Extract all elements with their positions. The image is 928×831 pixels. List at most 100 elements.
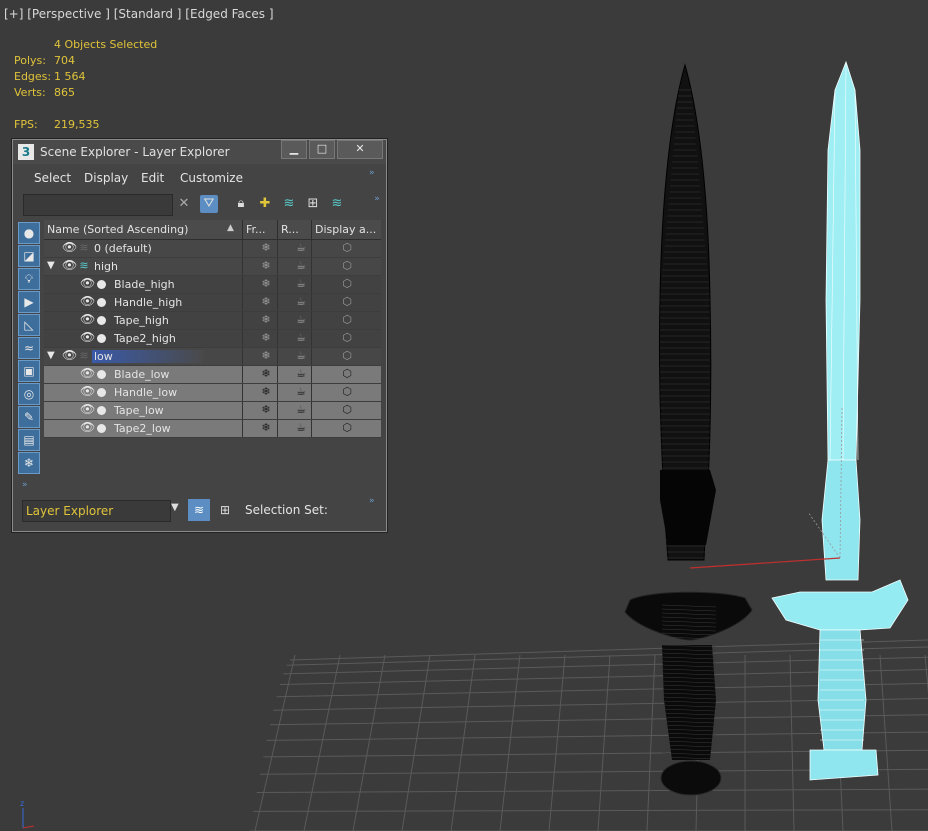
gizmo-x-axis[interactable] [689,557,841,569]
display-box-icon[interactable]: ⬡ [340,403,354,416]
row-name[interactable]: low [92,350,203,363]
visibility-eye-icon[interactable]: 👁︎ [80,312,95,326]
render-teapot-icon[interactable]: ☕ [294,385,308,398]
sword-high-mesh[interactable] [624,63,753,796]
display-box-icon[interactable]: ⬡ [340,349,354,362]
row-name[interactable]: Tape_low [114,404,164,417]
search-input[interactable] [23,194,173,216]
helper-filter-icon[interactable]: ◺ [18,314,40,336]
display-box-icon[interactable]: ⬡ [340,367,354,380]
render-teapot-icon[interactable]: ☕ [294,403,308,416]
display-box-icon[interactable]: ⬡ [340,331,354,344]
frozen-icon[interactable]: ❄ [259,421,273,434]
tree-object-row[interactable]: 👁︎ Blade_low ❄ ☕ ⬡ [44,366,381,383]
menu-select[interactable]: Select [34,171,71,185]
minimize-button[interactable]: ▁ [281,140,307,159]
visibility-eye-icon[interactable]: 👁︎ [80,366,95,380]
menu-edit[interactable]: Edit [141,171,164,185]
tree-layer-row[interactable]: 👁︎ ≋ 0 (default) ❄ ☕ ⬡ [44,240,381,257]
frozen-icon[interactable]: ❄ [259,259,273,272]
row-name[interactable]: 0 (default) [94,242,152,255]
add-to-layer-icon[interactable]: ✚ [256,195,274,213]
explorer-dropdown[interactable]: Layer Explorer [22,500,171,522]
expand-toggle-icon[interactable]: ▼ [47,260,55,271]
menu-display[interactable]: Display [84,171,128,185]
frozen-icon[interactable]: ❄ [259,241,273,254]
render-teapot-icon[interactable]: ☕ [294,421,308,434]
tree-object-row[interactable]: 👁︎ Handle_low ❄ ☕ ⬡ [44,384,381,401]
row-name[interactable]: Tape2_high [114,332,176,345]
frozen-icon[interactable]: ❄ [259,349,273,362]
expand-toggle-icon[interactable]: ▼ [47,350,55,361]
column-frozen[interactable]: Fr... [246,223,266,236]
render-teapot-icon[interactable]: ☕ [294,241,308,254]
tree-object-row[interactable]: 👁︎ Handle_high ❄ ☕ ⬡ [44,294,381,311]
tree-layer-row[interactable]: ▼ 👁︎ ≋ high ❄ ☕ ⬡ [44,258,381,275]
display-box-icon[interactable]: ⬡ [340,313,354,326]
tree-object-row[interactable]: 👁︎ Tape2_low ❄ ☕ ⬡ [44,420,381,437]
bone-filter-icon[interactable]: ✎ [18,406,40,428]
frozen-icon[interactable]: ❄ [259,403,273,416]
geometry-filter-icon[interactable]: ● [18,222,40,244]
strip-overflow-icon[interactable]: » [22,480,28,490]
render-teapot-icon[interactable]: ☕ [294,277,308,290]
display-box-icon[interactable]: ⬡ [340,277,354,290]
spacewarp-filter-icon[interactable]: ≈ [18,337,40,359]
render-teapot-icon[interactable]: ☕ [294,313,308,326]
visibility-eye-icon[interactable]: 👁︎ [80,330,95,344]
layer-tree[interactable]: Name (Sorted Ascending) ▲ Fr... R... Dis… [44,220,381,438]
visibility-eye-icon[interactable]: 👁︎ [62,240,77,254]
hierarchy-mode-icon[interactable]: ⊞ [214,499,236,521]
maximize-button[interactable]: □ [309,140,335,159]
title-bar[interactable]: 3 Scene Explorer - Layer Explorer ▁ □ ✕ [13,140,386,164]
new-layer-icon[interactable]: ≋ [280,195,298,213]
render-teapot-icon[interactable]: ☕ [294,259,308,272]
frozen-icon[interactable]: ❄ [259,331,273,344]
menu-overflow-icon[interactable]: » [369,168,375,178]
visibility-eye-icon[interactable]: 👁︎ [80,420,95,434]
visibility-eye-icon[interactable]: 👁︎ [80,402,95,416]
render-teapot-icon[interactable]: ☕ [294,331,308,344]
row-name[interactable]: Blade_low [114,368,169,381]
visibility-eye-icon[interactable]: 👁︎ [80,294,95,308]
row-name[interactable]: Handle_low [114,386,177,399]
filter-icon[interactable]: ⛛ [200,195,218,213]
tree-object-row[interactable]: 👁︎ Tape_low ❄ ☕ ⬡ [44,402,381,419]
close-button[interactable]: ✕ [337,140,383,159]
xref-filter-icon[interactable]: ◎ [18,383,40,405]
visibility-eye-icon[interactable]: 👁︎ [80,276,95,290]
layer-mode-icon[interactable]: ≋ [188,499,210,521]
display-box-icon[interactable]: ⬡ [340,259,354,272]
visibility-eye-icon[interactable]: 👁︎ [80,384,95,398]
dropdown-arrow-icon[interactable]: ▼ [171,502,179,513]
bottom-overflow-icon[interactable]: » [369,496,375,506]
frozen-icon[interactable]: ❄ [259,385,273,398]
display-box-icon[interactable]: ⬡ [340,241,354,254]
row-name[interactable]: Tape_high [114,314,169,327]
layers-icon[interactable]: ≋ [328,195,346,213]
tree-object-row[interactable]: 👁︎ Tape_high ❄ ☕ ⬡ [44,312,381,329]
lock-icon[interactable]: 🔒︎ [232,195,250,213]
container-filter-icon[interactable]: ▤ [18,429,40,451]
display-box-icon[interactable]: ⬡ [340,385,354,398]
frozen-icon[interactable]: ❄ [259,277,273,290]
viewport-label[interactable]: [+] [Perspective ] [Standard ] [Edged Fa… [4,7,274,21]
frozen-filter-icon[interactable]: ❄ [18,452,40,474]
tree-object-row[interactable]: 👁︎ Blade_high ❄ ☕ ⬡ [44,276,381,293]
display-box-icon[interactable]: ⬡ [340,295,354,308]
visibility-eye-icon[interactable]: 👁︎ [62,348,77,362]
row-name[interactable]: Tape2_low [114,422,171,435]
display-box-icon[interactable]: ⬡ [340,421,354,434]
tree-object-row[interactable]: 👁︎ Tape2_high ❄ ☕ ⬡ [44,330,381,347]
menu-customize[interactable]: Customize [180,171,243,185]
tree-layer-row[interactable]: ▼ 👁︎ ≋ low ❄ ☕ ⬡ [44,348,381,365]
camera-filter-icon[interactable]: ▶ [18,291,40,313]
row-name[interactable]: Blade_high [114,278,175,291]
row-name[interactable]: high [94,260,118,273]
light-filter-icon[interactable]: 💡︎ [18,268,40,290]
clear-search-icon[interactable]: ✕ [175,195,193,213]
toolbar-overflow-icon[interactable]: » [368,190,386,208]
shape-filter-icon[interactable]: ◪ [18,245,40,267]
column-render[interactable]: R... [281,223,299,236]
column-display[interactable]: Display a... [315,223,376,236]
